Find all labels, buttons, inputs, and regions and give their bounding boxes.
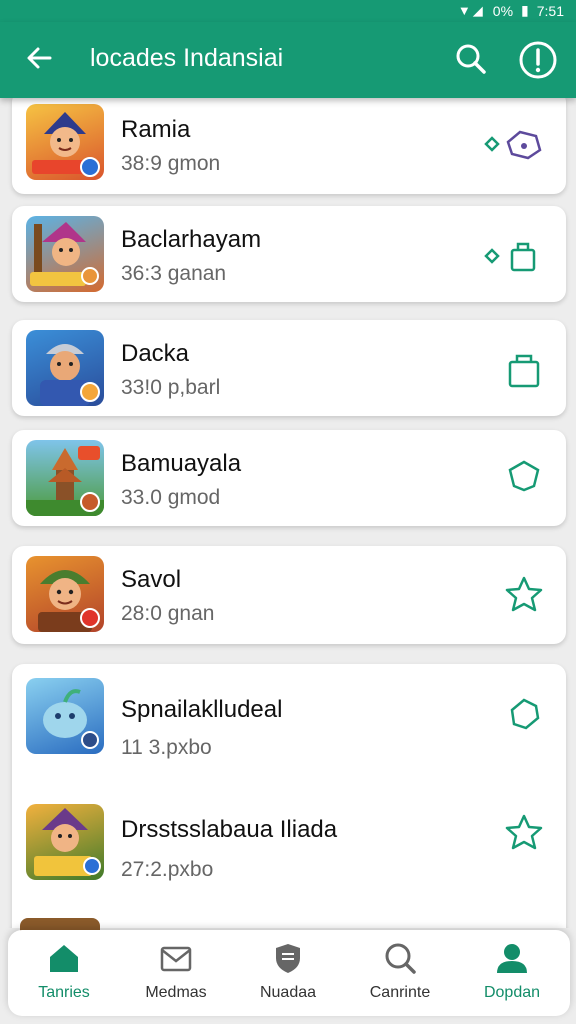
shield-icon [276,944,300,973]
game-thumbnail [26,556,104,632]
nav-item-messages[interactable]: Medmas [120,930,232,1016]
item-subtitle: 11 3.pxbo [121,736,212,759]
back-arrow-icon[interactable] [22,40,58,76]
item-subtitle: 33!0 p,barl [121,376,221,399]
signal-icon: ▼◢ [457,2,485,18]
mail-icon [160,946,192,972]
item-subtitle: 27:2.pxbo [121,858,214,881]
game-thumbnail [26,216,104,292]
status-bar: ▼◢ 0% ▮ 7:51 [0,0,576,22]
list-item[interactable]: Bamuayala 33.0 gmod [12,430,566,526]
list-item[interactable]: Drsstsslabaua Iliada 27:2.pxbo [12,794,566,928]
game-thumbnail [26,804,104,880]
star-icon[interactable] [504,574,544,614]
search-icon [385,943,416,974]
item-title: Savol [121,566,182,593]
shield-outline-icon[interactable] [504,694,544,734]
battery-icon: ▮ [521,2,529,18]
home-icon [50,945,78,972]
list-item-group: Spnailaklludeal 11 3.pxbo Drsstsslabaua … [12,664,566,928]
bag-icon[interactable] [504,350,544,390]
list-item[interactable]: Dacka 33!0 p,barl [12,320,566,416]
item-subtitle: 38:9 gmon [121,152,221,175]
bottom-navigation: Tanries Medmas Nuadaa Canrinte Dopdan [8,930,570,1016]
clock: 7:51 [536,2,564,19]
list-item[interactable]: Savol 28:0 gnan [12,546,566,644]
battery-percent: 0% [492,2,514,19]
nav-item-profile[interactable]: Dopdan [456,930,568,1016]
nav-item-shield[interactable]: Nuadaa [232,930,344,1016]
nav-item-search[interactable]: Canrinte [344,930,456,1016]
item-title: Dacka [121,340,190,367]
list-item[interactable]: Ramia 38:9 gmon [12,98,566,194]
list-item[interactable]: Spnailaklludeal 11 3.pxbo [12,664,566,794]
game-thumbnail [26,104,104,180]
share-bag-icon[interactable] [478,236,544,276]
info-icon[interactable] [518,40,558,80]
search-icon[interactable] [452,40,490,78]
app-bar: locades Indansiai [0,22,576,98]
nav-item-home[interactable]: Tanries [8,930,120,1016]
star-icon[interactable] [504,812,544,852]
person-icon [497,944,527,973]
game-thumbnail [26,330,104,406]
game-thumbnail [26,678,104,754]
page-title: locades Indansiai [90,44,284,72]
item-subtitle: 33.0 gmod [121,486,221,509]
item-title: Spnailaklludeal [121,696,283,723]
item-subtitle: 36:3 ganan [121,262,227,285]
item-title: Bamuayala [121,450,242,477]
item-title: Ramia [121,116,191,143]
nav-label: Nuadaa [259,984,317,1001]
app-list: Ramia 38:9 gmon Baclarhayam 36:3 ganan D… [0,98,576,928]
nav-label: Tanries [38,984,90,1001]
item-title: Drsstsslabaua Iliada [121,816,338,843]
nav-label: Canrinte [369,984,431,1001]
share-add-icon[interactable] [478,124,544,164]
nav-label: Medmas [145,984,207,1001]
item-subtitle: 28:0 gnan [121,602,215,625]
game-thumbnail [26,440,104,516]
item-title: Baclarhayam [121,226,262,253]
nav-label: Dopdan [483,984,541,1001]
list-item[interactable]: Baclarhayam 36:3 ganan [12,206,566,302]
badge-icon[interactable] [504,456,544,496]
